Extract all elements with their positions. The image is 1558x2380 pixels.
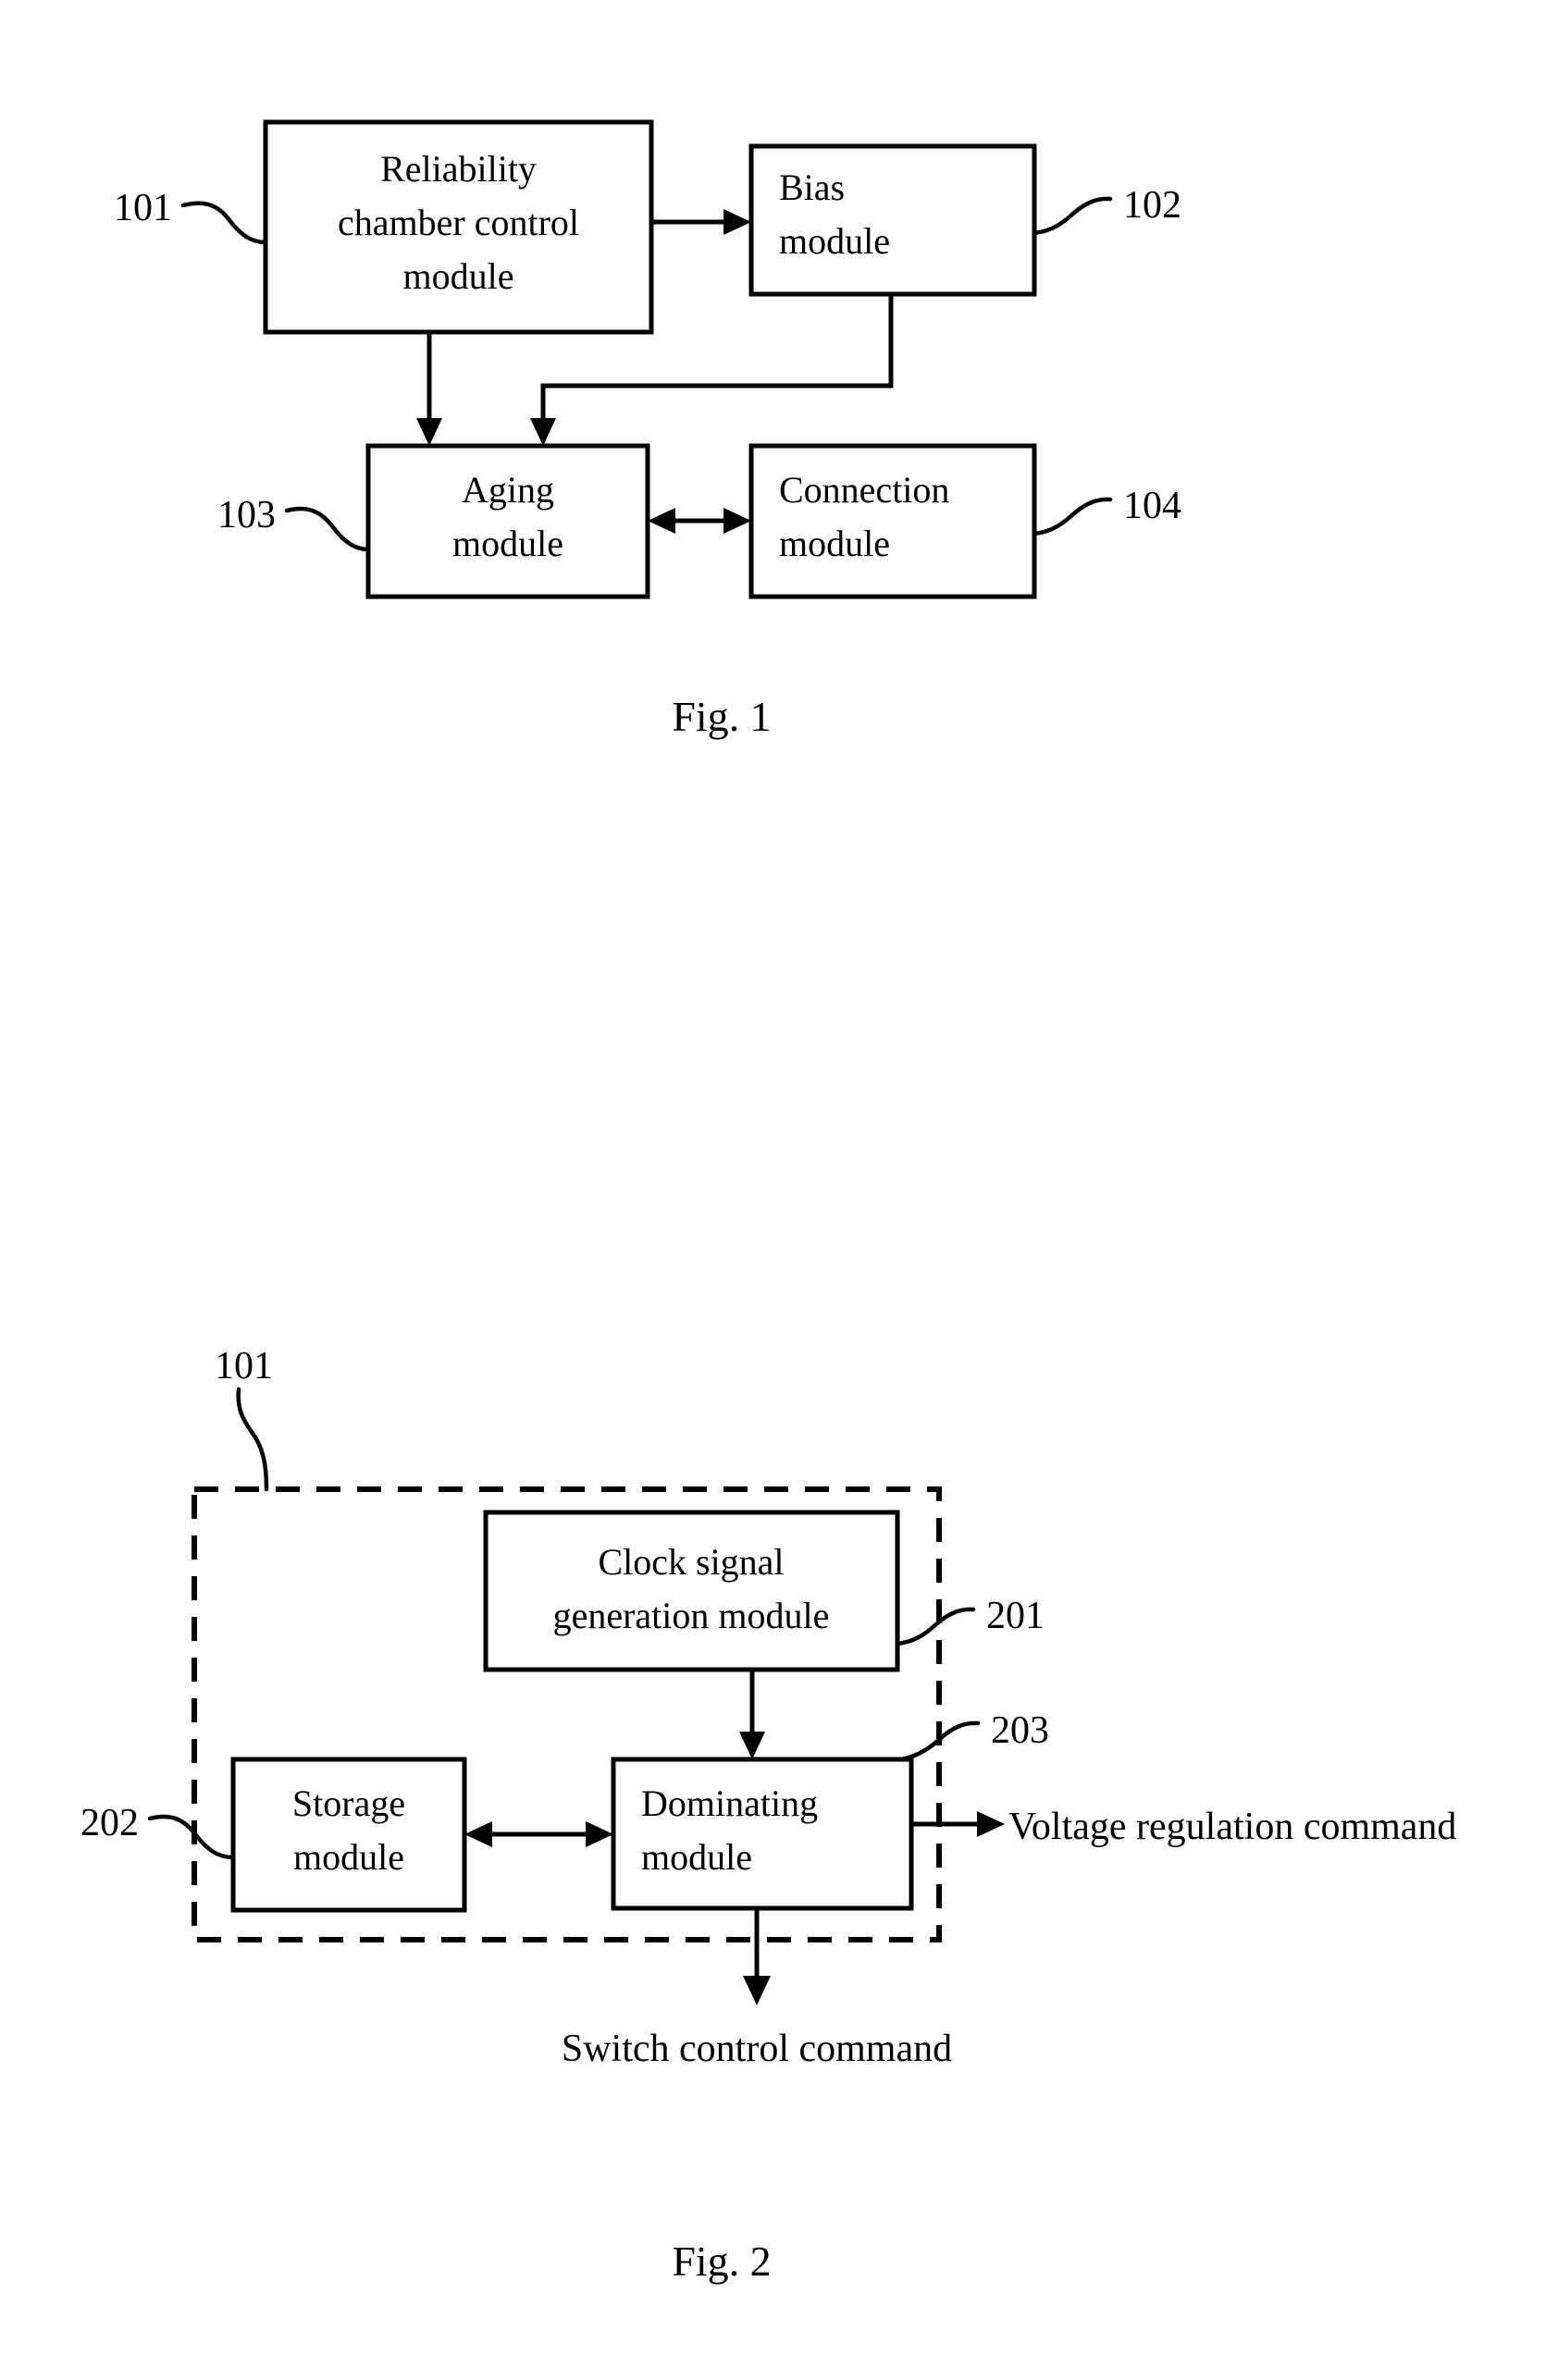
block-rect-201 [483,1510,900,1672]
figure-2-caption: Fig. 2 [672,2238,771,2285]
ref-number-101: 101 [114,187,172,229]
leader-line-fig2-101 [236,1387,269,1492]
leader-line-101 [180,201,268,245]
output-label-switch-control-command: Switch control command [562,2028,952,2070]
figure-1-caption: Fig. 1 [672,693,771,740]
leader-line-104 [1032,497,1113,536]
patent-figure-sheet: Reliability chamber control module 101 B… [0,0,1558,2380]
figure-1: Reliability chamber control module 101 B… [114,119,1181,740]
leader-line-103 [284,506,371,552]
output-label-voltage-regulation-command: Voltage regulation command [1008,1806,1456,1848]
block-label-201-line1: Clock signal [598,1541,784,1583]
arrow-103-to-104-bidirectional [648,508,751,534]
arrow-203-to-switch-control-command [743,1908,771,2005]
block-aging-module: Aging module [365,443,650,599]
block-label-202-line1: Storage [292,1782,405,1824]
leader-line-102 [1032,196,1113,236]
ref-number-202: 202 [80,1802,139,1844]
ref-number-102: 102 [1123,184,1181,227]
block-dominating-module: Dominating module [611,1757,914,1911]
block-label-101-line3: module [403,255,514,297]
arrow-101-to-102 [651,209,751,235]
block-label-201-line2: generation module [553,1595,830,1636]
block-label-202-line2: module [293,1836,404,1878]
arrow-201-to-203 [739,1670,765,1759]
arrow-202-to-203-bidirectional [464,1821,613,1847]
block-label-103-line2: module [452,523,563,564]
block-storage-module: Storage module [230,1757,467,1913]
ref-number-104: 104 [1123,485,1181,527]
block-label-102-line2: module [779,220,890,262]
block-reliability-chamber-control-module: Reliability chamber control module [263,119,654,335]
figure-2: 101 Clock signal generation module 201 S… [80,1345,1456,2285]
block-label-101-line1: Reliability [380,148,537,190]
block-label-101-line2: chamber control [338,202,579,243]
ref-number-103: 103 [217,494,276,536]
ref-number-203: 203 [991,1709,1049,1752]
block-label-103-line1: Aging [462,469,554,511]
block-label-203-line1: Dominating [641,1782,818,1824]
arrow-101-to-103 [416,332,442,446]
block-label-203-line2: module [641,1836,752,1878]
ref-number-201: 201 [986,1595,1045,1637]
leader-line-201 [895,1607,976,1646]
block-bias-module: Bias module [748,143,1037,297]
ref-number-fig2-101: 101 [215,1345,273,1387]
block-clock-signal-generation-module: Clock signal generation module [483,1510,900,1672]
block-label-104-line1: Connection [779,469,949,511]
block-label-102-line1: Bias [779,166,845,208]
block-connection-module: Connection module [748,443,1037,599]
block-label-104-line2: module [779,523,890,564]
arrow-203-to-voltage-regulation-command [911,1811,1005,1837]
